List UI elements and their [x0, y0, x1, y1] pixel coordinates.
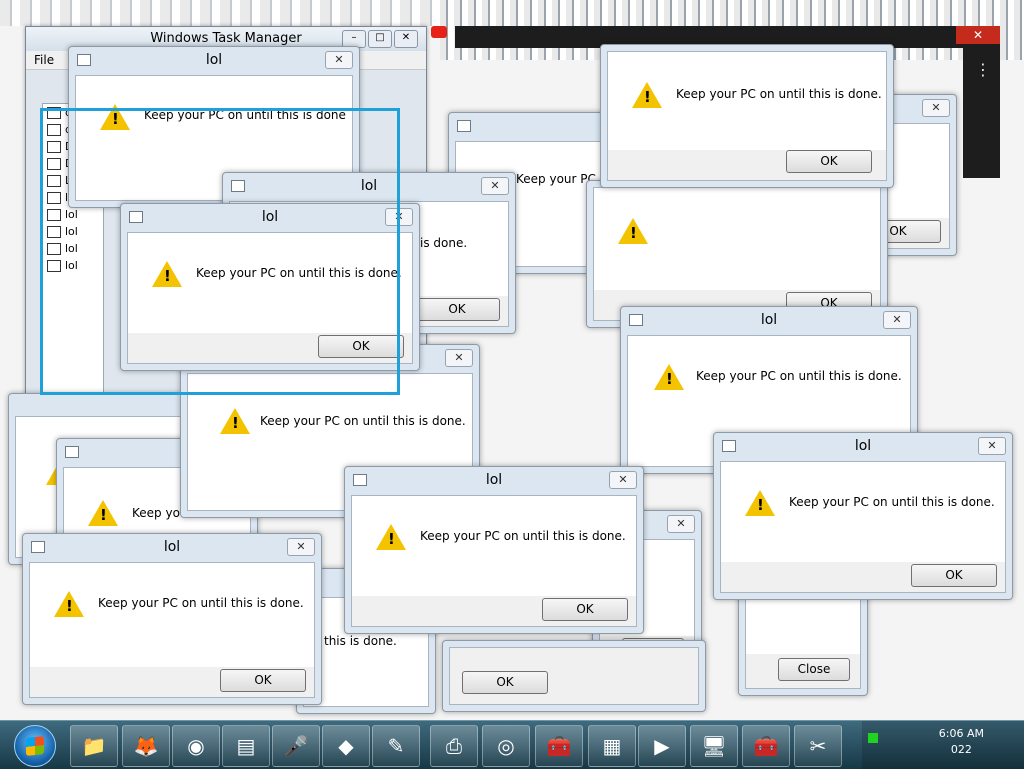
scissors-taskbar-icon[interactable]: ✂: [794, 725, 842, 767]
dialog-title: lol: [163, 539, 181, 555]
printer-taskbar-icon[interactable]: ⎙: [430, 725, 478, 767]
selection-highlight: [40, 108, 400, 395]
menu-file[interactable]: File: [34, 53, 54, 67]
dialog-message: Keep your PC on until this is done.: [98, 596, 304, 610]
warning-icon: [88, 500, 118, 526]
taskbar[interactable]: 📁 🦊 ◉ ▤ 🎤 ◆ ✎ ⎙ ◎ 🧰 ▦ ▶ 🖥 🧰 ✂ 6:06 AM 02…: [0, 720, 1024, 769]
dialog-message: Keep your PC: [516, 172, 596, 186]
youtube-icon: [431, 26, 447, 38]
close-button[interactable]: ✕: [978, 437, 1006, 455]
close-button[interactable]: ✕: [667, 515, 695, 533]
warning-icon: [632, 82, 662, 108]
warning-icon: [618, 218, 648, 244]
ok-button[interactable]: OK: [911, 564, 997, 587]
warning-icon: [376, 524, 406, 550]
dialog-title: lol: [205, 52, 223, 68]
background-window-edges: [0, 0, 440, 26]
app-icon: [65, 446, 79, 458]
media-taskbar-icon[interactable]: ▶: [638, 725, 686, 767]
dialog-message: Keep your PC on until this is done.: [676, 87, 882, 101]
app-icon: [457, 120, 471, 132]
warning-icon: [54, 591, 84, 617]
dialog-window[interactable]: Keep your PC on until this is done. OK: [600, 44, 894, 188]
speaker-taskbar-icon[interactable]: ◎: [482, 725, 530, 767]
close-button[interactable]: ✕: [883, 311, 911, 329]
ok-button[interactable]: OK: [786, 150, 872, 173]
dialog-message: Keep your PC on until this is done.: [696, 369, 902, 383]
close-button[interactable]: ✕: [481, 177, 509, 195]
browser-close-button[interactable]: ✕: [956, 26, 1000, 44]
dialog-window[interactable]: lol ✕ Keep your PC on until this is done.…: [344, 466, 644, 634]
close-button[interactable]: ✕: [922, 99, 950, 117]
dialog-title: lol: [854, 438, 872, 454]
ok-button[interactable]: OK: [462, 671, 548, 694]
chrome-taskbar-icon[interactable]: ◉: [172, 725, 220, 767]
dialog-window[interactable]: lol ✕ Keep your PC on until this is done.…: [22, 533, 322, 705]
close-button[interactable]: ✕: [325, 51, 353, 69]
browser-window-side: ⋮: [963, 48, 1000, 178]
dialog-message: Keep your PC on until this is done.: [260, 414, 466, 428]
dialog-title: lol: [485, 472, 503, 488]
firefox-taskbar-icon[interactable]: 🦊: [122, 725, 170, 767]
close-button[interactable]: ✕: [394, 30, 418, 48]
status-icon: [868, 733, 878, 743]
warning-icon: [220, 408, 250, 434]
maximize-button[interactable]: □: [368, 30, 392, 48]
warning-icon: [745, 490, 775, 516]
puzzle-taskbar-icon[interactable]: ◆: [322, 725, 370, 767]
ok-button[interactable]: OK: [220, 669, 306, 692]
document-taskbar-icon[interactable]: ▦: [588, 725, 636, 767]
dialog-title: lol: [760, 312, 778, 328]
dialog-message: Keep your PC on until this is done.: [420, 529, 626, 543]
more-options-icon[interactable]: ⋮: [975, 60, 991, 79]
clock[interactable]: 6:06 AM 022: [939, 726, 984, 758]
toolbox-taskbar-icon[interactable]: 🧰: [535, 725, 583, 767]
dialog-window[interactable]: lol ✕ Keep your PC on until this is done.…: [713, 432, 1013, 600]
start-button[interactable]: [14, 725, 56, 767]
notepad-taskbar-icon[interactable]: ✎: [372, 725, 420, 767]
close-button[interactable]: ✕: [609, 471, 637, 489]
dialog-message: this is done.: [324, 634, 397, 648]
system-tray[interactable]: 6:06 AM 022: [862, 721, 1024, 769]
explorer-taskbar-icon[interactable]: 📁: [70, 725, 118, 767]
network-taskbar-icon[interactable]: 🖥: [690, 725, 738, 767]
close-button[interactable]: ✕: [287, 538, 315, 556]
close-dialog-button[interactable]: Close: [778, 658, 850, 681]
dialog-message: is done.: [420, 236, 468, 250]
microphone-taskbar-icon[interactable]: 🎤: [272, 725, 320, 767]
warning-icon: [654, 364, 684, 390]
window-taskbar-icon[interactable]: ▤: [222, 725, 270, 767]
close-button[interactable]: ✕: [445, 349, 473, 367]
toolbox2-taskbar-icon[interactable]: 🧰: [742, 725, 790, 767]
ok-button[interactable]: OK: [414, 298, 500, 321]
dialog-message: Keep your PC on until this is done.: [789, 495, 995, 509]
ok-button[interactable]: OK: [542, 598, 628, 621]
dialog-window[interactable]: OK: [442, 640, 706, 712]
